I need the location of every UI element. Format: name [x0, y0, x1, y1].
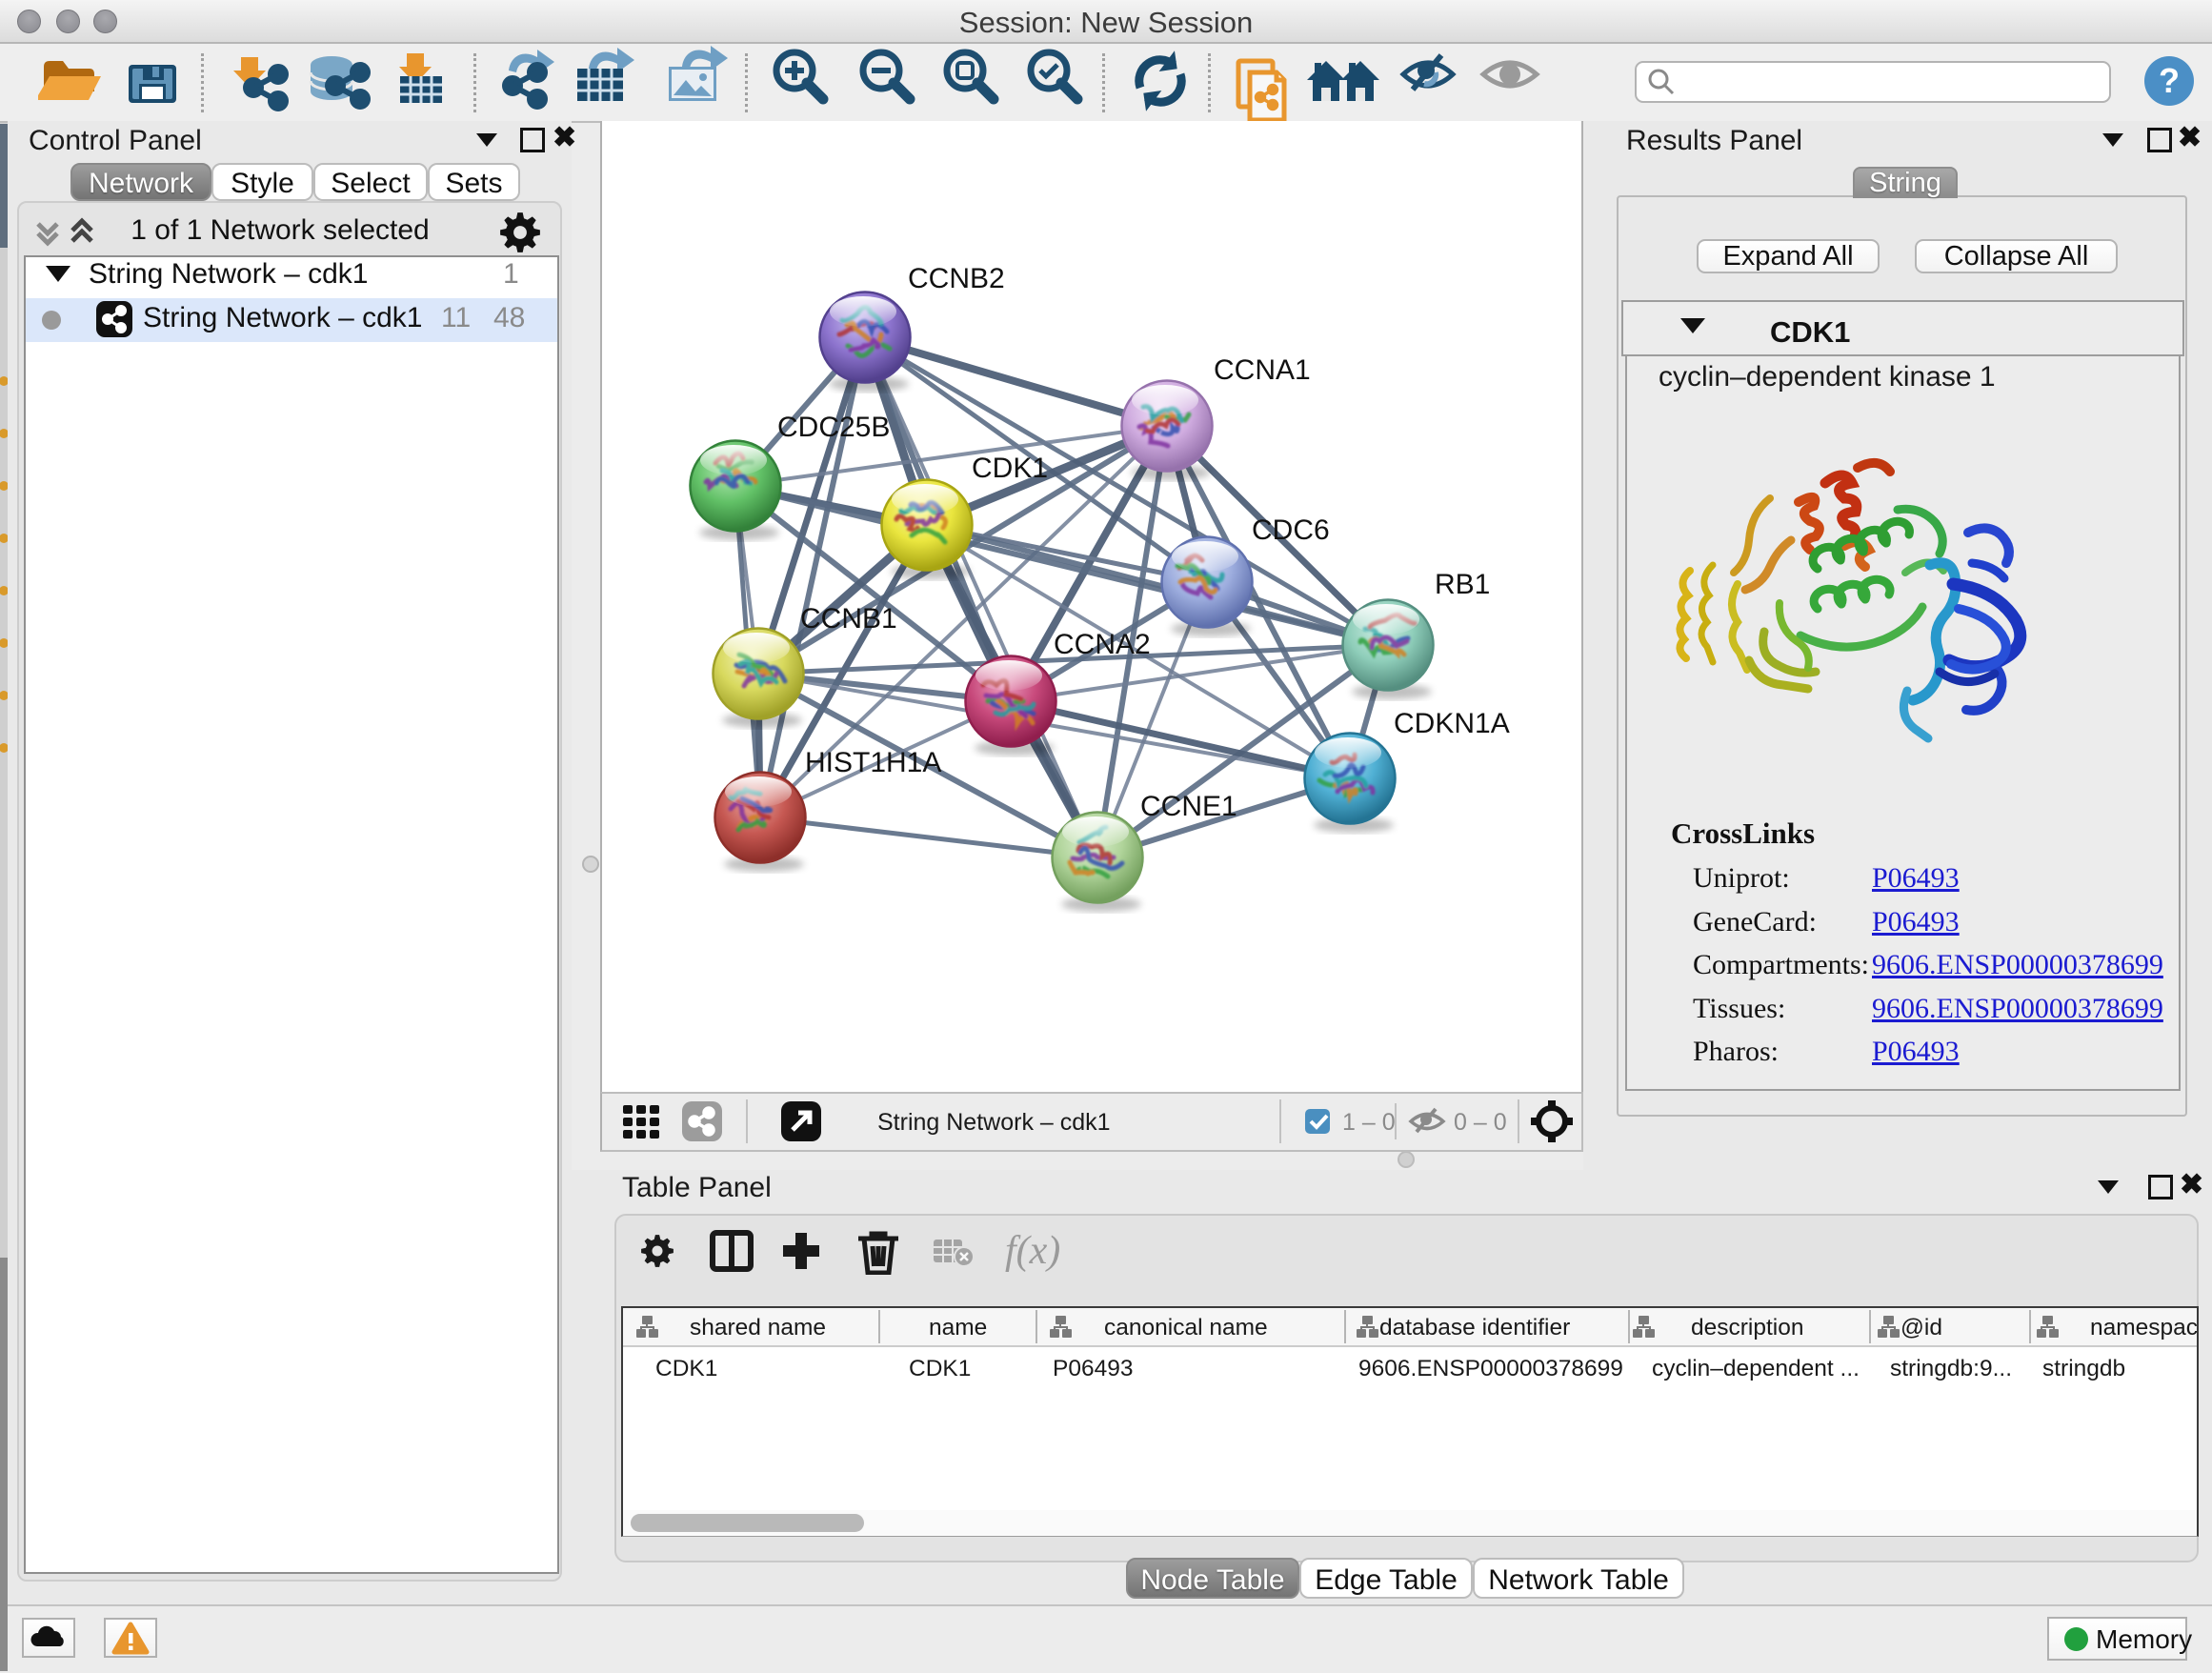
svg-text:database identifier: database identifier	[1379, 1315, 1570, 1340]
svg-text:CCNB2: CCNB2	[908, 263, 1005, 294]
svg-text:shared name: shared name	[690, 1315, 826, 1340]
svg-text:CDKN1A: CDKN1A	[1394, 708, 1510, 739]
svg-text:String Network – cdk1: String Network – cdk1	[877, 1109, 1111, 1136]
svg-text:RB1: RB1	[1435, 569, 1490, 600]
svg-text:namespac: namespac	[2090, 1315, 2197, 1340]
svg-text:CDK1: CDK1	[972, 453, 1048, 484]
svg-text:HIST1H1A: HIST1H1A	[805, 747, 941, 778]
svg-text:CCNA2: CCNA2	[1054, 629, 1151, 660]
svg-text:stringdb:9...: stringdb:9...	[1890, 1356, 2012, 1381]
svg-text:CDK1: CDK1	[655, 1356, 717, 1381]
svg-text:CCNB1: CCNB1	[800, 603, 897, 635]
svg-text:canonical name: canonical name	[1104, 1315, 1268, 1340]
svg-text:?: ?	[2159, 61, 2180, 100]
svg-text:CCNA1: CCNA1	[1214, 354, 1311, 386]
svg-text:1 – 0: 1 – 0	[1342, 1109, 1396, 1136]
svg-text:name: name	[929, 1315, 987, 1340]
svg-text:CCNE1: CCNE1	[1140, 791, 1237, 822]
svg-text:CDC6: CDC6	[1252, 514, 1330, 546]
svg-text:P06493: P06493	[1053, 1356, 1133, 1381]
svg-text:description: description	[1691, 1315, 1803, 1340]
svg-text:@id: @id	[1900, 1315, 1942, 1340]
svg-text:0 – 0: 0 – 0	[1454, 1109, 1507, 1136]
svg-text:f(x): f(x)	[1005, 1229, 1060, 1273]
svg-text:CDC25B: CDC25B	[777, 412, 890, 443]
svg-text:CDK1: CDK1	[909, 1356, 971, 1381]
svg-text:cyclin–dependent ...: cyclin–dependent ...	[1652, 1356, 1860, 1381]
svg-text:9606.ENSP00000378699: 9606.ENSP00000378699	[1358, 1356, 1623, 1381]
svg-text:stringdb: stringdb	[2042, 1356, 2125, 1381]
